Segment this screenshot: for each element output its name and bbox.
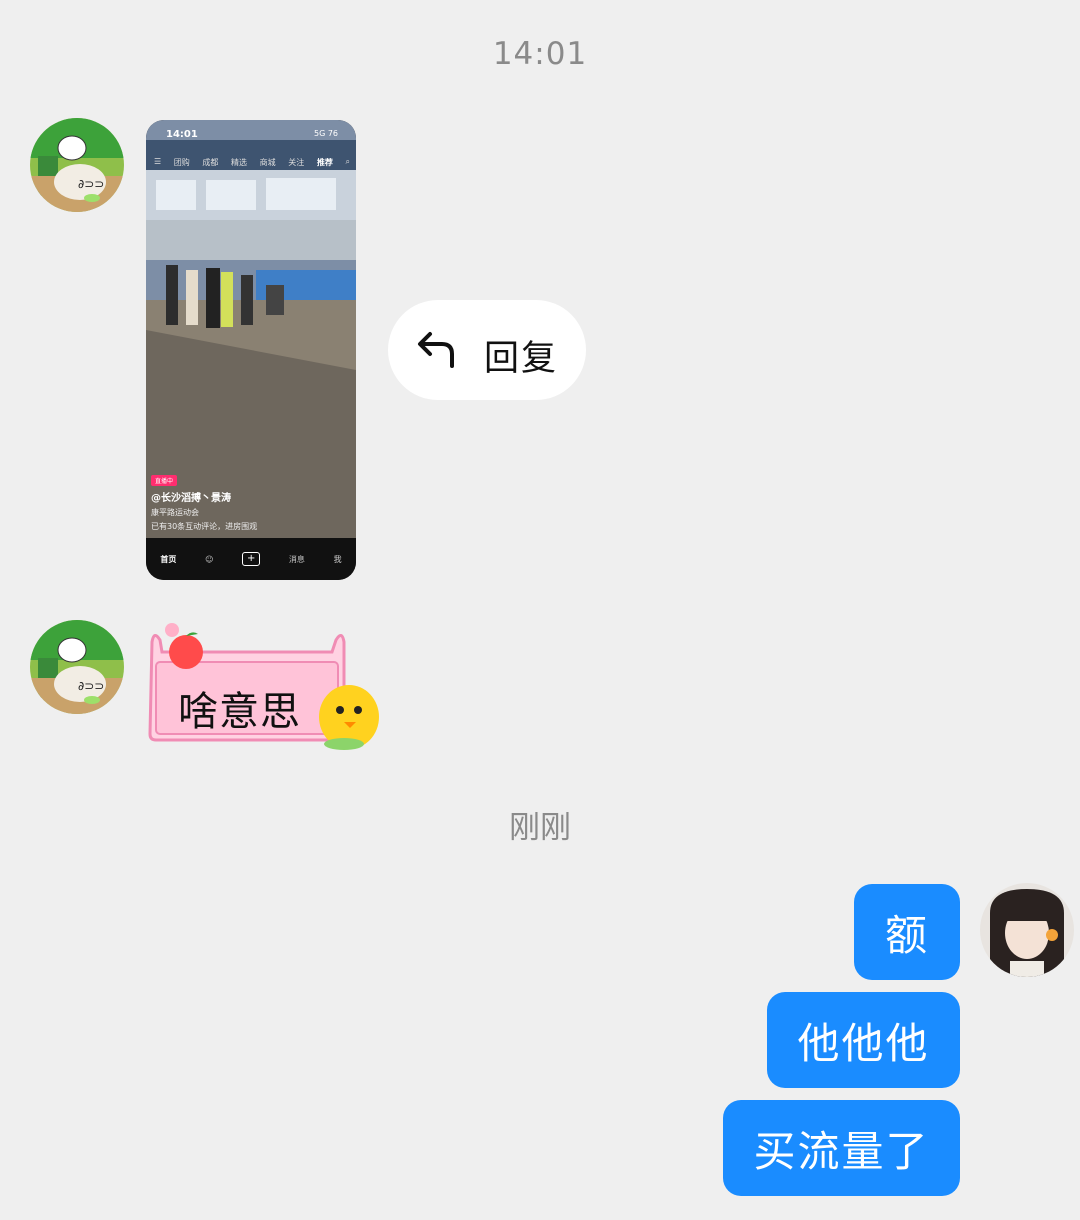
video-nav-messages: 消息 <box>288 554 305 564</box>
svg-text:∂⊃⊃: ∂⊃⊃ <box>78 177 104 191</box>
reply-button[interactable]: 回复 <box>388 300 586 400</box>
video-tab: 关注 <box>288 158 305 167</box>
shared-video-card[interactable]: 14:01 5G 76 ☰ 团购 成都 精选 商城 关注 推荐 ⌕ 直播中 @长… <box>146 120 356 580</box>
video-status-signal: 5G 76 <box>313 129 338 138</box>
video-nav-home: 首页 <box>160 554 177 564</box>
timestamp-just-now: 刚刚 <box>509 810 571 846</box>
message-bubble[interactable]: 买流量了 <box>723 1100 960 1196</box>
menu-icon: ☰ <box>154 157 162 166</box>
video-username: @长沙滔搏丶景涛 <box>151 493 231 504</box>
message-bubble[interactable]: 额 <box>854 884 960 980</box>
video-tab: 商城 <box>259 158 276 167</box>
sticker-message[interactable]: 啥意思 <box>144 622 384 754</box>
reply-label: 回复 <box>484 339 559 379</box>
message-bubble[interactable]: 他他他 <box>767 992 960 1088</box>
video-tabs: ☰ 团购 成都 精选 商城 关注 推荐 ⌕ <box>154 157 350 168</box>
sticker-text: 啥意思 <box>178 689 301 735</box>
my-avatar[interactable] <box>980 883 1074 977</box>
video-bottom-nav: 首页 ☺ + 消息 我 <box>146 538 356 580</box>
video-description: 康平路运动会 <box>151 508 199 517</box>
search-icon: ⌕ <box>345 157 350 166</box>
timestamp-top: 14:01 <box>492 36 588 72</box>
svg-text:∂⊃⊃: ∂⊃⊃ <box>78 679 104 693</box>
video-status-time: 14:01 <box>166 129 198 140</box>
video-tab: 精选 <box>231 158 247 167</box>
video-tab: 成都 <box>202 158 219 167</box>
live-badge: 直播中 <box>151 475 178 486</box>
plus-icon: + <box>242 552 261 566</box>
video-tab: 推荐 <box>316 158 333 167</box>
video-tab: 团购 <box>173 158 190 167</box>
contact-avatar[interactable]: ∂⊃⊃ <box>30 620 124 714</box>
reply-arrow-icon <box>418 332 454 368</box>
contact-avatar[interactable]: ∂⊃⊃ <box>30 118 124 212</box>
video-comments: 已有30条互动评论，进房围观 <box>151 522 258 531</box>
video-nav-me: 我 <box>333 554 342 564</box>
face-icon: ☺ <box>205 554 214 564</box>
